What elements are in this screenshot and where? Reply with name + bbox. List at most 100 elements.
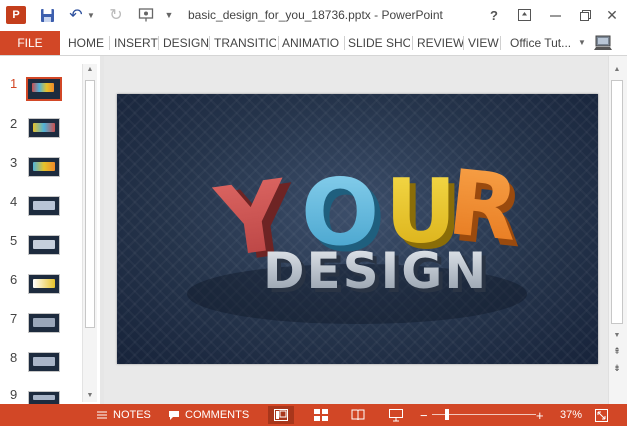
redo-icon: ↻: [109, 7, 123, 24]
scroll-down-arrow-icon[interactable]: ▼: [611, 330, 623, 342]
tab-transitions[interactable]: TRANSITIO: [214, 31, 276, 55]
slide-show-view-button[interactable]: [383, 406, 409, 424]
thumbnail-scrollbar[interactable]: ▲ ▼: [82, 64, 97, 402]
tab-slide-show[interactable]: SLIDE SHO: [348, 31, 410, 55]
tab-file[interactable]: FILE: [0, 31, 60, 55]
document-title: basic_design_for_you_18736.pptx - PowerP…: [188, 8, 443, 22]
save-icon: [40, 8, 54, 22]
chevron-down-icon: ▼: [87, 10, 95, 20]
tab-review[interactable]: REVIEW: [417, 31, 464, 55]
save-button[interactable]: [38, 6, 56, 24]
thumbnail-preview: [33, 201, 55, 210]
slide-show-icon: [389, 408, 403, 421]
thumbnail-preview: [33, 318, 55, 327]
scroll-down-arrow-icon[interactable]: ▼: [83, 390, 97, 402]
thumbnail-preview: [33, 279, 55, 288]
ribbon-display-options-icon: [517, 9, 531, 21]
account-name[interactable]: Office Tut...: [510, 31, 571, 55]
zoom-out-button[interactable]: −: [420, 404, 428, 426]
slide-number: 9: [10, 387, 18, 402]
notes-icon: [97, 411, 107, 419]
slide-number: 3: [10, 155, 18, 170]
undo-icon: ↶: [69, 7, 83, 24]
redo-button[interactable]: ↻: [108, 6, 124, 24]
scroll-up-arrow-icon[interactable]: ▲: [83, 64, 97, 76]
notes-button[interactable]: NOTES: [96, 404, 151, 426]
normal-view-button[interactable]: [268, 406, 294, 424]
restore-icon: [579, 9, 591, 21]
chevron-down-icon: ▼: [578, 38, 586, 47]
double-chevron-down-icon: ⇟: [613, 363, 621, 373]
tab-divider: [344, 36, 345, 50]
tab-design[interactable]: DESIGN: [163, 31, 209, 55]
reading-view-button[interactable]: [345, 406, 371, 424]
slide-number: 6: [10, 272, 18, 287]
status-bar: NOTES COMMENTS − + 37%: [0, 404, 627, 426]
fit-slide-to-window-button[interactable]: [595, 404, 608, 426]
comments-button[interactable]: COMMENTS: [168, 404, 249, 426]
zoom-slider-handle[interactable]: [445, 409, 449, 420]
slide-thumbnail-2[interactable]: [28, 118, 60, 138]
undo-button[interactable]: ↶: [68, 6, 84, 24]
comment-icon: [169, 410, 179, 420]
slide-sorter-view-button[interactable]: [308, 406, 334, 424]
present-from-start-button[interactable]: [136, 6, 156, 24]
your-design-artwork: Y O U R Y O U R DESIGN DESIGN: [187, 150, 529, 324]
help-button[interactable]: ?: [482, 5, 506, 25]
scroll-up-arrow-icon[interactable]: ▲: [611, 64, 623, 76]
slide-thumbnail-7[interactable]: [28, 313, 60, 333]
zoom-in-button[interactable]: +: [536, 404, 544, 426]
tab-view[interactable]: VIEW: [468, 31, 499, 55]
tab-home[interactable]: HOME: [68, 31, 104, 55]
chevron-down-icon: ▼: [164, 10, 174, 20]
ribbon-tab-bar: FILE HOME INSERT DESIGN TRANSITIO ANIMAT…: [0, 31, 627, 56]
tab-animations[interactable]: ANIMATIO: [282, 31, 342, 55]
reading-view-icon: [351, 409, 365, 421]
slide-thumbnail-6[interactable]: [28, 274, 60, 294]
tab-divider: [158, 36, 159, 50]
ribbon-display-options-button[interactable]: [512, 5, 536, 25]
account-dropdown[interactable]: ▼: [578, 38, 586, 47]
slide-thumbnail-8[interactable]: [28, 352, 60, 372]
slide-number: 7: [10, 311, 18, 326]
tab-divider: [463, 36, 464, 50]
slide-number: 8: [10, 350, 18, 365]
comments-label: COMMENTS: [185, 409, 250, 421]
slide-thumbnail-5[interactable]: [28, 235, 60, 255]
thumbnail-preview: [32, 83, 54, 92]
tab-divider: [209, 36, 210, 50]
slide-thumbnail-1[interactable]: [26, 77, 62, 101]
slide-thumbnail-4[interactable]: [28, 196, 60, 216]
scrollbar-thumb[interactable]: [85, 80, 95, 328]
thumbnail-preview: [33, 123, 55, 132]
zoom-level[interactable]: 37%: [560, 404, 582, 426]
slide-thumbnail-9[interactable]: [28, 391, 60, 405]
tab-divider: [278, 36, 279, 50]
scrollbar-thumb[interactable]: [611, 80, 623, 324]
slide-number: 5: [10, 233, 18, 248]
restore-button[interactable]: [573, 5, 597, 25]
customize-quick-access-button[interactable]: ▼: [164, 6, 174, 24]
thumbnail-preview: [33, 162, 55, 171]
current-slide[interactable]: Y O U R Y O U R DESIGN DESIGN: [117, 94, 598, 364]
thumbnail-preview: [33, 357, 55, 366]
previous-slide-button[interactable]: ⇞: [611, 346, 623, 360]
next-slide-button[interactable]: ⇟: [611, 363, 623, 377]
close-icon: ✕: [606, 6, 618, 23]
minimize-icon: [549, 14, 561, 17]
undo-dropdown[interactable]: ▼: [86, 6, 96, 24]
title-bar: P ↶ ▼ ↻ ▼ basic_design_for_you_18736.ppt…: [0, 0, 627, 31]
powerpoint-app-icon[interactable]: P: [6, 6, 26, 24]
slide-thumbnail-3[interactable]: [28, 157, 60, 177]
tab-divider: [500, 36, 501, 50]
notes-label: NOTES: [113, 409, 151, 421]
tab-divider: [109, 36, 110, 50]
slide-number: 1: [10, 76, 18, 91]
minimize-button[interactable]: [543, 5, 567, 25]
thumbnail-preview: [33, 240, 55, 249]
account-avatar-icon[interactable]: [592, 33, 614, 53]
tab-divider: [412, 36, 413, 50]
close-button[interactable]: ✕: [600, 5, 624, 25]
present-from-start-icon: [138, 8, 154, 22]
tab-insert[interactable]: INSERT: [114, 31, 158, 55]
